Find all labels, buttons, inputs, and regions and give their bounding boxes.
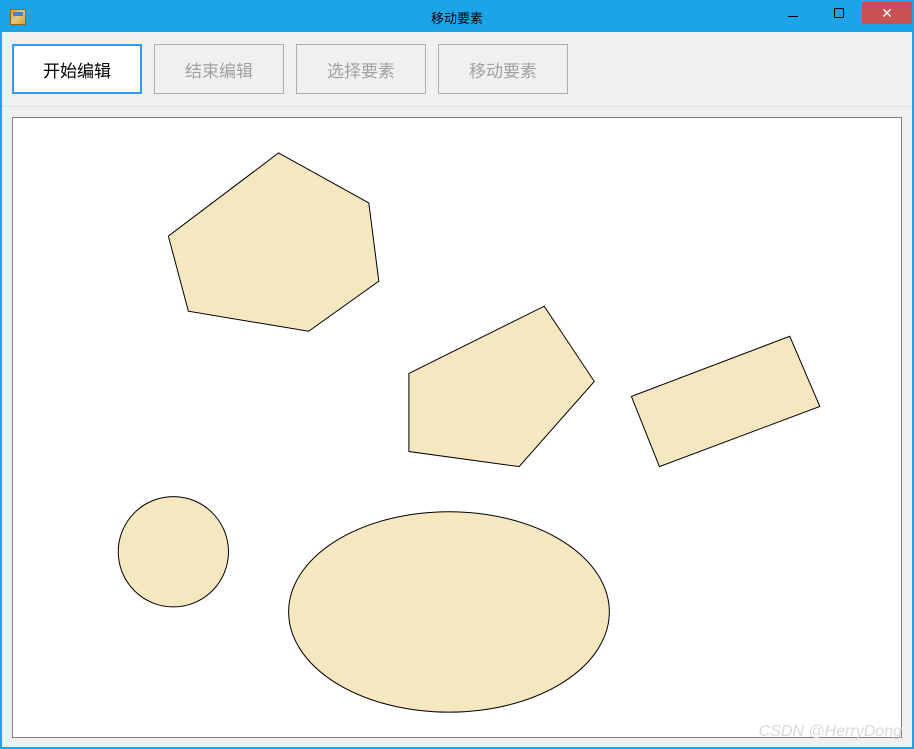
- select-feature-button[interactable]: 选择要素: [296, 44, 426, 94]
- move-feature-button[interactable]: 移动要素: [438, 44, 568, 94]
- close-button[interactable]: ✕: [862, 2, 912, 24]
- rectangle-shape[interactable]: [631, 336, 819, 466]
- app-icon: [10, 9, 26, 25]
- minimize-button[interactable]: [770, 2, 816, 24]
- circle-shape[interactable]: [118, 497, 228, 607]
- application-window: 移动要素 ✕ 开始编辑 结束编辑 选择要素 移动要素: [0, 0, 914, 749]
- ellipse-shape[interactable]: [289, 512, 610, 712]
- close-icon: ✕: [881, 6, 893, 20]
- maximize-button[interactable]: [816, 2, 862, 24]
- start-edit-button[interactable]: 开始编辑: [12, 44, 142, 94]
- canvas-area[interactable]: [12, 117, 902, 738]
- maximize-icon: [834, 8, 844, 18]
- titlebar[interactable]: 移动要素 ✕: [2, 2, 912, 32]
- window-controls: ✕: [770, 2, 912, 32]
- polygon-shape-2[interactable]: [409, 306, 594, 466]
- toolbar: 开始编辑 结束编辑 选择要素 移动要素: [2, 32, 912, 107]
- window-title: 移动要素: [431, 8, 483, 27]
- end-edit-button[interactable]: 结束编辑: [154, 44, 284, 94]
- polygon-shape-1[interactable]: [168, 153, 378, 331]
- minimize-icon: [788, 16, 798, 17]
- shapes-canvas[interactable]: [13, 118, 901, 737]
